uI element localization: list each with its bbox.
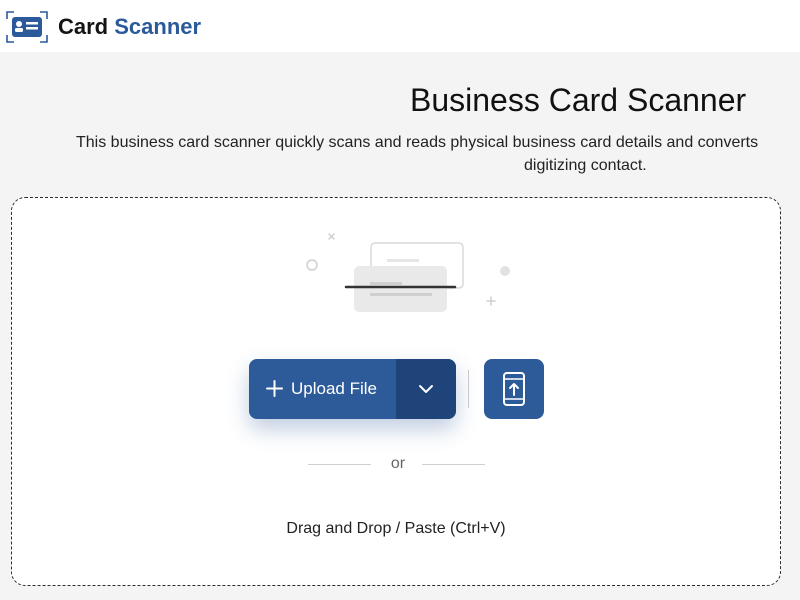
logo-word-scanner: Scanner bbox=[114, 14, 202, 39]
upload-file-button[interactable]: Upload File bbox=[249, 359, 396, 419]
logo-text[interactable]: Card Scanner bbox=[58, 13, 201, 41]
button-divider bbox=[468, 370, 469, 408]
drag-drop-hint: Drag and Drop / Paste (Ctrl+V) bbox=[286, 520, 506, 537]
id-card-icon[interactable] bbox=[6, 11, 48, 43]
file-dropzone[interactable]: Upload File or Drag and Drop / Paste (Ct… bbox=[11, 197, 781, 586]
or-line-right bbox=[422, 464, 485, 465]
plus-icon bbox=[266, 380, 283, 397]
or-separator: or bbox=[308, 454, 488, 474]
site-header: Card Scanner bbox=[0, 0, 800, 52]
page-description: This business card scanner quickly scans… bbox=[0, 130, 800, 180]
mobile-upload-icon bbox=[503, 372, 525, 406]
description-line-2: digitizing contact. bbox=[524, 157, 647, 174]
scanning-card-illustration bbox=[306, 233, 510, 312]
or-line-left bbox=[308, 464, 371, 465]
page-title: Business Card Scanner bbox=[410, 82, 747, 118]
or-text: or bbox=[390, 455, 406, 472]
mobile-upload-button[interactable] bbox=[484, 359, 544, 419]
logo-word-card: Card bbox=[58, 14, 109, 39]
chevron-down-icon bbox=[419, 385, 433, 393]
upload-button-group: Upload File bbox=[249, 359, 456, 419]
description-line-1: This business card scanner quickly scans… bbox=[76, 134, 759, 151]
upload-file-label: Upload File bbox=[291, 379, 377, 398]
upload-source-dropdown-button[interactable] bbox=[396, 359, 456, 419]
